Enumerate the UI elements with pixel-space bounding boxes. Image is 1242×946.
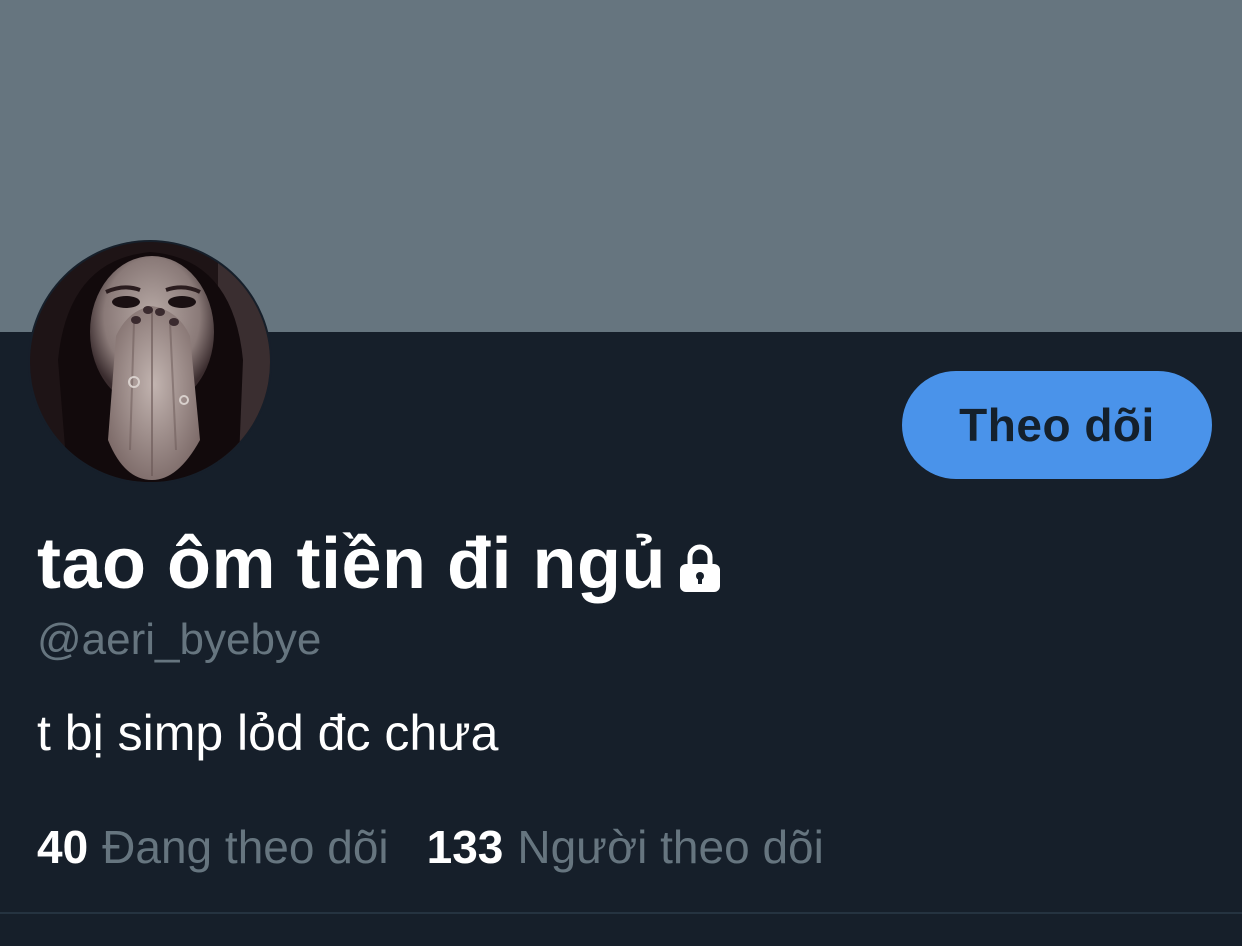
profile-bio: t bị simp lỏd đc chưa <box>37 705 499 761</box>
avatar-photo <box>30 242 270 482</box>
following-label: Đang theo dõi <box>102 821 389 873</box>
following-count: 40 <box>37 821 89 873</box>
profile-stats: 40 Đang theo dõi 133 Người theo dõi <box>37 818 824 876</box>
avatar[interactable] <box>28 240 272 484</box>
divider <box>0 912 1242 914</box>
display-name: tao ôm tiền đi ngủ <box>37 524 666 604</box>
display-name-row: tao ôm tiền đi ngủ <box>37 522 724 606</box>
followers-count: 133 <box>426 821 504 873</box>
followers-label: Người theo dõi <box>517 821 824 873</box>
followers-stat[interactable]: 133 Người theo dõi <box>427 818 824 876</box>
profile-handle: @aeri_byebye <box>37 615 322 664</box>
follow-button[interactable]: Theo dõi <box>902 371 1212 479</box>
following-stat[interactable]: 40 Đang theo dõi <box>37 818 389 876</box>
lock-icon <box>679 544 720 592</box>
